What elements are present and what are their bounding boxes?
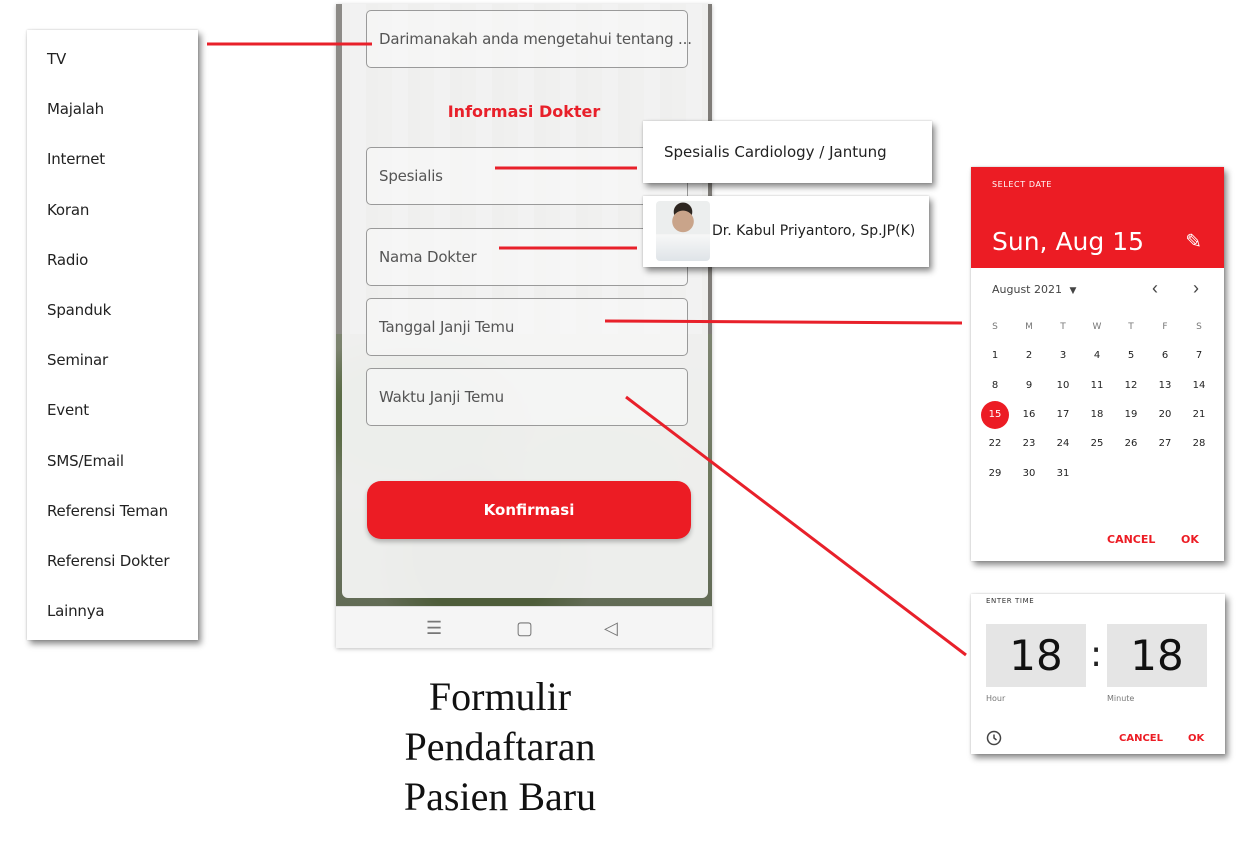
source-option-tv[interactable]: TV <box>47 50 66 68</box>
calendar-day[interactable]: 3 <box>1048 346 1078 366</box>
caret-down-icon: ▼ <box>1069 286 1077 296</box>
source-option-spanduk[interactable]: Spanduk <box>47 301 111 319</box>
calendar-day[interactable]: 27 <box>1150 434 1180 454</box>
weekday-header: F <box>1162 322 1168 332</box>
date-ok-button[interactable]: OK <box>1181 533 1199 546</box>
calendar-day[interactable]: 29 <box>980 464 1010 484</box>
confirm-button[interactable]: Konfirmasi <box>367 481 691 539</box>
edit-pencil-icon[interactable]: ✎ <box>1185 229 1202 254</box>
doctor-option[interactable]: Dr. Kabul Priyantoro, Sp.JP(K) <box>712 223 915 239</box>
specialist-option[interactable]: Spesialis Cardiology / Jantung <box>664 143 887 161</box>
specialist-dropdown-popup: Spesialis Cardiology / Jantung <box>643 121 932 183</box>
caption-line-2: Pendaftaran <box>404 724 596 769</box>
next-month-icon[interactable]: › <box>1193 278 1199 299</box>
calendar-day[interactable]: 9 <box>1014 376 1044 396</box>
calendar-day[interactable]: 19 <box>1116 405 1146 425</box>
source-dropdown-menu: TV Majalah Internet Koran Radio Spanduk … <box>27 30 198 640</box>
calendar-day[interactable]: 16 <box>1014 405 1044 425</box>
appointment-time-placeholder: Waktu Janji Temu <box>379 388 504 406</box>
back-icon[interactable]: ◁ <box>604 618 618 639</box>
calendar-day[interactable]: 21 <box>1184 405 1214 425</box>
appointment-time-field[interactable]: Waktu Janji Temu <box>366 368 688 426</box>
specialist-select-field[interactable]: Spesialis <box>366 147 688 205</box>
time-ok-button[interactable]: OK <box>1188 733 1204 744</box>
source-option-internet[interactable]: Internet <box>47 150 105 168</box>
calendar-day[interactable]: 12 <box>1116 376 1146 396</box>
doctor-avatar <box>656 201 710 261</box>
prev-month-icon[interactable]: ‹ <box>1152 278 1158 299</box>
hour-input[interactable]: 18 <box>986 624 1086 687</box>
minute-input[interactable]: 18 <box>1107 624 1207 687</box>
calendar-day[interactable]: 31 <box>1048 464 1078 484</box>
date-picker-label: SELECT DATE <box>992 180 1053 189</box>
time-separator: : <box>1090 634 1103 675</box>
calendar-day[interactable]: 24 <box>1048 434 1078 454</box>
source-option-referensi-dokter[interactable]: Referensi Dokter <box>47 552 170 570</box>
specialist-select-placeholder: Spesialis <box>379 167 443 185</box>
source-select-field[interactable]: Darimanakah anda mengetahui tentang ... <box>366 10 692 68</box>
date-picker-dialog: SELECT DATE Sun, Aug 15 ✎ August 2021 ▼ … <box>971 167 1224 561</box>
caption-line-3: Pasien Baru <box>403 774 597 819</box>
date-picker-selected-date: Sun, Aug 15 <box>992 227 1145 256</box>
phone-screen: Darimanakah anda mengetahui tentang ... … <box>336 4 712 648</box>
doctor-select-placeholder: Nama Dokter <box>379 248 477 266</box>
calendar-day[interactable]: 11 <box>1082 376 1112 396</box>
calendar-day[interactable]: 20 <box>1150 405 1180 425</box>
doctor-info-section-title: Informasi Dokter <box>447 102 601 121</box>
minute-label: Minute <box>1107 694 1135 703</box>
calendar-day[interactable]: 8 <box>980 376 1010 396</box>
doctor-select-field[interactable]: Nama Dokter <box>366 228 688 286</box>
date-picker-header: SELECT DATE Sun, Aug 15 ✎ <box>971 167 1224 268</box>
calendar-day[interactable]: 14 <box>1184 376 1214 396</box>
source-option-event[interactable]: Event <box>47 401 89 419</box>
caption-line-1: Formulir <box>428 674 572 719</box>
android-nav-bar: ☰ ▢ ◁ <box>336 606 712 648</box>
menu-icon[interactable]: ☰ <box>426 618 442 639</box>
time-picker-dialog: ENTER TIME 18 : 18 Hour Minute CANCEL OK <box>971 594 1225 754</box>
calendar-day[interactable]: 1 <box>980 346 1010 366</box>
calendar-day[interactable]: 17 <box>1048 405 1078 425</box>
calendar-day[interactable]: 2 <box>1014 346 1044 366</box>
month-year-label: August 2021 <box>992 283 1062 296</box>
calendar-day[interactable]: 26 <box>1116 434 1146 454</box>
time-picker-label: ENTER TIME <box>986 597 1035 605</box>
weekday-header: S <box>992 322 998 332</box>
appointment-date-field[interactable]: Tanggal Janji Temu <box>366 298 688 356</box>
calendar-day[interactable]: 18 <box>1082 405 1112 425</box>
source-option-seminar[interactable]: Seminar <box>47 351 108 369</box>
calendar-day[interactable]: 30 <box>1014 464 1044 484</box>
source-option-radio[interactable]: Radio <box>47 251 88 269</box>
calendar-day[interactable]: 25 <box>1082 434 1112 454</box>
weekday-header: W <box>1092 322 1102 332</box>
home-icon[interactable]: ▢ <box>516 618 533 639</box>
calendar-day[interactable]: 10 <box>1048 376 1078 396</box>
weekday-header: M <box>1025 322 1033 332</box>
clock-icon[interactable] <box>986 730 1002 751</box>
calendar-day[interactable]: 23 <box>1014 434 1044 454</box>
source-select-placeholder: Darimanakah anda mengetahui tentang ... <box>379 30 692 48</box>
doctor-dropdown-popup: Dr. Kabul Priyantoro, Sp.JP(K) <box>643 196 929 267</box>
calendar-day[interactable]: 22 <box>980 434 1010 454</box>
source-option-lainnya[interactable]: Lainnya <box>47 602 105 620</box>
weekday-header: T <box>1128 322 1134 332</box>
calendar-day-selected[interactable]: 15 <box>981 400 1009 429</box>
source-option-majalah[interactable]: Majalah <box>47 100 104 118</box>
calendar-day[interactable]: 4 <box>1082 346 1112 366</box>
date-cancel-button[interactable]: CANCEL <box>1107 533 1155 546</box>
appointment-date-placeholder: Tanggal Janji Temu <box>379 318 515 336</box>
calendar-day[interactable]: 28 <box>1184 434 1214 454</box>
source-option-koran[interactable]: Koran <box>47 201 89 219</box>
hour-label: Hour <box>986 694 1006 703</box>
calendar-day[interactable]: 6 <box>1150 346 1180 366</box>
source-option-sms-email[interactable]: SMS/Email <box>47 452 124 470</box>
page-caption: Formulir Pendaftaran Pasien Baru <box>380 672 620 822</box>
time-cancel-button[interactable]: CANCEL <box>1119 733 1163 744</box>
calendar-day[interactable]: 13 <box>1150 376 1180 396</box>
month-year-selector[interactable]: August 2021 ▼ <box>992 283 1076 296</box>
weekday-header: S <box>1196 322 1202 332</box>
calendar-day[interactable]: 5 <box>1116 346 1146 366</box>
source-option-referensi-teman[interactable]: Referensi Teman <box>47 502 168 520</box>
calendar-day[interactable]: 7 <box>1184 346 1214 366</box>
weekday-header: T <box>1060 322 1066 332</box>
